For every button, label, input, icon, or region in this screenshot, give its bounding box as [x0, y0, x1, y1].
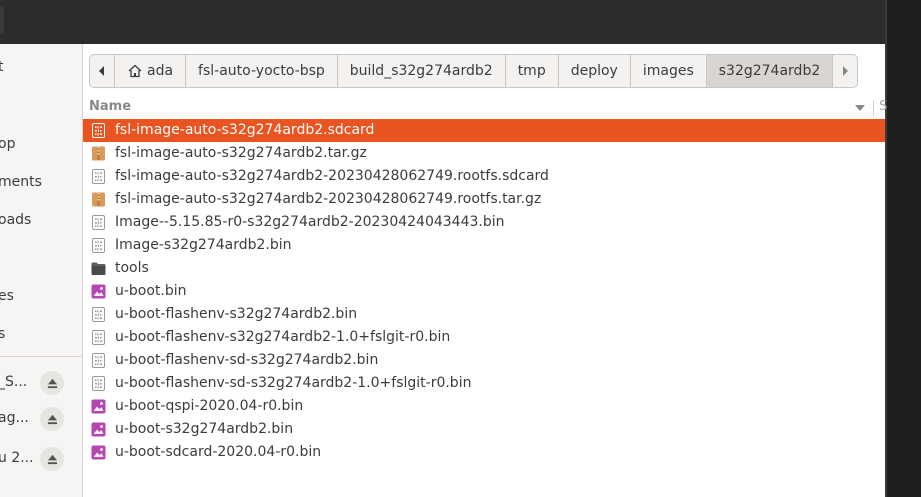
image-file-icon [91, 284, 106, 299]
path-crumb-label: images [642, 63, 694, 79]
file-row[interactable]: u-boot-flashenv-s32g274ardb2-1.0+fslgit-… [83, 326, 885, 349]
path-crumb[interactable]: deploy [559, 55, 631, 87]
file-row[interactable]: u-boot-sdcard-2020.04-r0.bin [83, 441, 885, 464]
path-crumb[interactable]: fsl-auto-yocto-bsp [186, 55, 338, 87]
window-edge [885, 0, 887, 497]
path-back-arrow[interactable] [90, 55, 115, 87]
window-titlebar [0, 0, 885, 44]
file-row[interactable]: fsl-image-auto-s32g274ardb2-202304280627… [83, 165, 885, 188]
sidebar-item[interactable]: op [0, 125, 82, 163]
file-name: u-boot-qspi-2020.04-r0.bin [115, 398, 304, 414]
eject-icon[interactable] [40, 371, 64, 395]
image-file-icon [91, 399, 106, 414]
file-row[interactable]: tools [83, 257, 885, 280]
binary-file-icon [91, 307, 106, 322]
sidebar-item[interactable]: u 2... [0, 439, 82, 477]
file-row[interactable]: u-boot-flashenv-s32g274ardb2.bin [83, 303, 885, 326]
sidebar-item-label: op [0, 136, 16, 152]
chevron-left-icon [99, 66, 104, 76]
file-name: u-boot-flashenv-s32g274ardb2.bin [115, 306, 358, 322]
file-name: u-boot-s32g274ardb2.bin [115, 421, 294, 437]
path-crumb-label: tmp [517, 63, 546, 79]
image-file-icon [91, 422, 106, 437]
path-crumb-label: ada [147, 63, 174, 79]
path-crumb-label: fsl-auto-yocto-bsp [198, 63, 325, 79]
file-row[interactable]: u-boot-flashenv-sd-s32g274ardb2-1.0+fslg… [83, 372, 885, 395]
sidebar-item-label: u 2... [0, 450, 34, 466]
file-row-selected[interactable]: fsl-image-auto-s32g274ardb2.sdcard [83, 119, 885, 142]
binary-file-icon [91, 330, 106, 345]
file-row[interactable]: u-boot-s32g274ardb2.bin [83, 418, 885, 441]
home-icon [128, 64, 142, 78]
file-name: tools [115, 260, 149, 276]
file-name: fsl-image-auto-s32g274ardb2.tar.gz [115, 145, 367, 161]
path-crumb[interactable]: images [631, 55, 707, 87]
binary-file-icon [91, 169, 106, 184]
file-name: fsl-image-auto-s32g274ardb2.sdcard [115, 122, 375, 138]
binary-file-icon [91, 353, 106, 368]
path-crumb-label: build_s32g274ardb2 [349, 63, 493, 79]
file-name: u-boot-flashenv-sd-s32g274ardb2.bin [115, 352, 379, 368]
file-name: u-boot.bin [115, 283, 187, 299]
sidebar-item[interactable]: oads [0, 201, 82, 239]
sort-down-icon[interactable] [855, 105, 865, 111]
column-header[interactable]: Name S [83, 96, 888, 121]
file-browser-main: ada fsl-auto-yocto-bsp build_s32g274ardb2 t… [83, 44, 888, 497]
binary-file-icon [91, 376, 106, 391]
eject-icon[interactable] [40, 447, 64, 471]
archive-icon [91, 146, 106, 161]
column-divider[interactable] [873, 100, 874, 116]
image-file-icon [91, 445, 106, 460]
eject-icon[interactable] [40, 407, 64, 431]
breadcrumb: ada fsl-auto-yocto-bsp build_s32g274ardb2 t… [89, 54, 859, 88]
archive-icon [91, 192, 106, 207]
desktop-background [885, 0, 921, 497]
sidebar-separator [0, 356, 82, 357]
sidebar-item-label: es [0, 288, 14, 304]
file-row[interactable]: u-boot.bin [83, 280, 885, 303]
sidebar-item-label: ag... [0, 410, 29, 426]
file-row[interactable]: u-boot-qspi-2020.04-r0.bin [83, 395, 885, 418]
file-row[interactable]: Image-s32g274ardb2.bin [83, 234, 885, 257]
sidebar-item-label: t [0, 48, 4, 86]
path-crumb[interactable]: s32g274ardb2 [706, 55, 834, 87]
titlebar-button[interactable] [0, 6, 4, 34]
file-name: u-boot-sdcard-2020.04-r0.bin [115, 444, 322, 460]
column-name-label[interactable]: Name [89, 99, 131, 114]
sidebar-item[interactable]: ag... [0, 399, 82, 437]
sidebar-item-label: oads [0, 212, 32, 228]
path-crumb[interactable]: ada [115, 55, 187, 87]
file-name: u-boot-flashenv-s32g274ardb2-1.0+fslgit-… [115, 329, 451, 345]
file-list: fsl-image-auto-s32g274ardb2.sdcard fsl-im… [83, 119, 885, 464]
folder-icon [91, 261, 106, 276]
file-name: u-boot-flashenv-sd-s32g274ardb2-1.0+fslg… [115, 375, 472, 391]
sidebar-item[interactable]: es [0, 277, 82, 315]
file-row[interactable]: fsl-image-auto-s32g274ardb2.tar.gz [83, 142, 885, 165]
path-crumb[interactable]: build_s32g274ardb2 [338, 55, 506, 87]
file-row[interactable]: fsl-image-auto-s32g274ardb2-202304280627… [83, 188, 885, 211]
file-name: Image-s32g274ardb2.bin [115, 237, 292, 253]
sidebar-item[interactable]: s [0, 315, 82, 353]
file-row[interactable]: Image--5.15.85-r0-s32g274ardb2-202304240… [83, 211, 885, 234]
path-crumb[interactable]: tmp [506, 55, 559, 87]
sidebar-item[interactable]: _S... [0, 363, 82, 401]
file-row[interactable]: u-boot-flashenv-sd-s32g274ardb2.bin [83, 349, 885, 372]
path-crumb-label: deploy [570, 63, 618, 79]
file-name: fsl-image-auto-s32g274ardb2-202304280627… [115, 168, 549, 184]
file-name: Image--5.15.85-r0-s32g274ardb2-202304240… [115, 214, 505, 230]
sidebar-item[interactable]: ments [0, 163, 82, 201]
sidebar: t op ments oads es s _S... ag... u 2... [0, 44, 83, 497]
file-name: fsl-image-auto-s32g274ardb2-202304280627… [115, 191, 542, 207]
path-crumb-label: s32g274ardb2 [718, 63, 821, 79]
binary-file-icon [91, 123, 106, 138]
path-forward-arrow[interactable] [833, 55, 857, 87]
sidebar-item[interactable]: t [0, 48, 82, 86]
sidebar-item-label: s [0, 315, 5, 353]
binary-file-icon [91, 238, 106, 253]
sidebar-item-label: ments [0, 174, 42, 190]
binary-file-icon [91, 215, 106, 230]
sidebar-item-label: _S... [0, 374, 28, 390]
column-size-label-partial: S [879, 99, 888, 114]
chevron-right-icon [843, 66, 849, 76]
